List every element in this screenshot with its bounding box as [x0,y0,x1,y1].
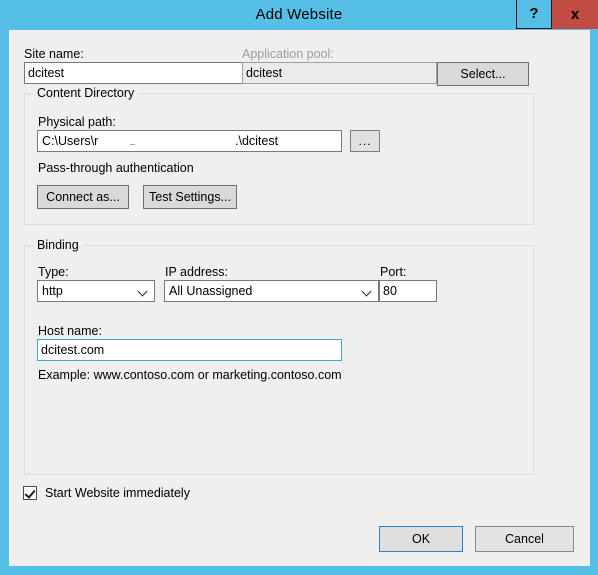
host-name-input[interactable] [37,339,342,361]
binding-type-label: Type: [38,265,69,279]
window-title: Add Website [255,6,343,23]
start-website-immediately-label: Start Website immediately [45,486,190,500]
connect-as-button[interactable]: Connect as... [37,185,129,209]
application-pool-label: Application pool: [242,47,334,61]
start-website-immediately-checkbox[interactable] [23,486,37,500]
site-name-label: Site name: [24,47,84,61]
binding-port-label: Port: [380,265,407,279]
chevron-down-icon [139,288,148,294]
physical-path-label: Physical path: [38,115,116,129]
start-website-immediately-row[interactable]: Start Website immediately [23,486,190,500]
cancel-button[interactable]: Cancel [475,526,574,552]
add-website-dialog: Add Website ? x Site name: Application p… [0,0,598,575]
binding-caption: Binding [33,238,83,252]
physical-path-input[interactable]: C:\Users\r .\dcitest [37,130,342,152]
content-directory-caption: Content Directory [33,86,139,100]
physical-path-suffix: .\dcitest [235,134,279,148]
test-settings-button[interactable]: Test Settings... [143,185,237,209]
physical-path-redaction-mark [130,144,135,145]
close-icon[interactable]: x [552,0,598,29]
binding-ip-value: All Unassigned [169,284,253,298]
browse-path-button[interactable]: ... [350,130,380,152]
host-name-example-text: Example: www.contoso.com or marketing.co… [38,368,342,382]
binding-ip-label: IP address: [165,265,229,279]
host-name-label: Host name: [38,324,102,338]
select-app-pool-button[interactable]: Select... [437,62,529,86]
physical-path-redaction [100,131,245,151]
application-pool-input [242,62,437,84]
help-icon[interactable]: ? [516,0,552,29]
dialog-client-area: Site name: Application pool: Select... C… [9,30,590,566]
binding-type-value: http [42,284,63,298]
binding-type-select[interactable]: http [37,280,155,302]
ok-button[interactable]: OK [379,526,463,552]
title-bar-buttons: ? x [516,0,598,30]
binding-ip-select[interactable]: All Unassigned [164,280,379,302]
physical-path-prefix: C:\Users\r [42,134,99,148]
pass-through-authentication-text: Pass-through authentication [38,161,194,175]
site-name-input[interactable] [24,62,246,84]
chevron-down-icon [363,288,372,294]
title-bar: Add Website ? x [0,0,598,30]
binding-port-input[interactable] [379,280,437,302]
